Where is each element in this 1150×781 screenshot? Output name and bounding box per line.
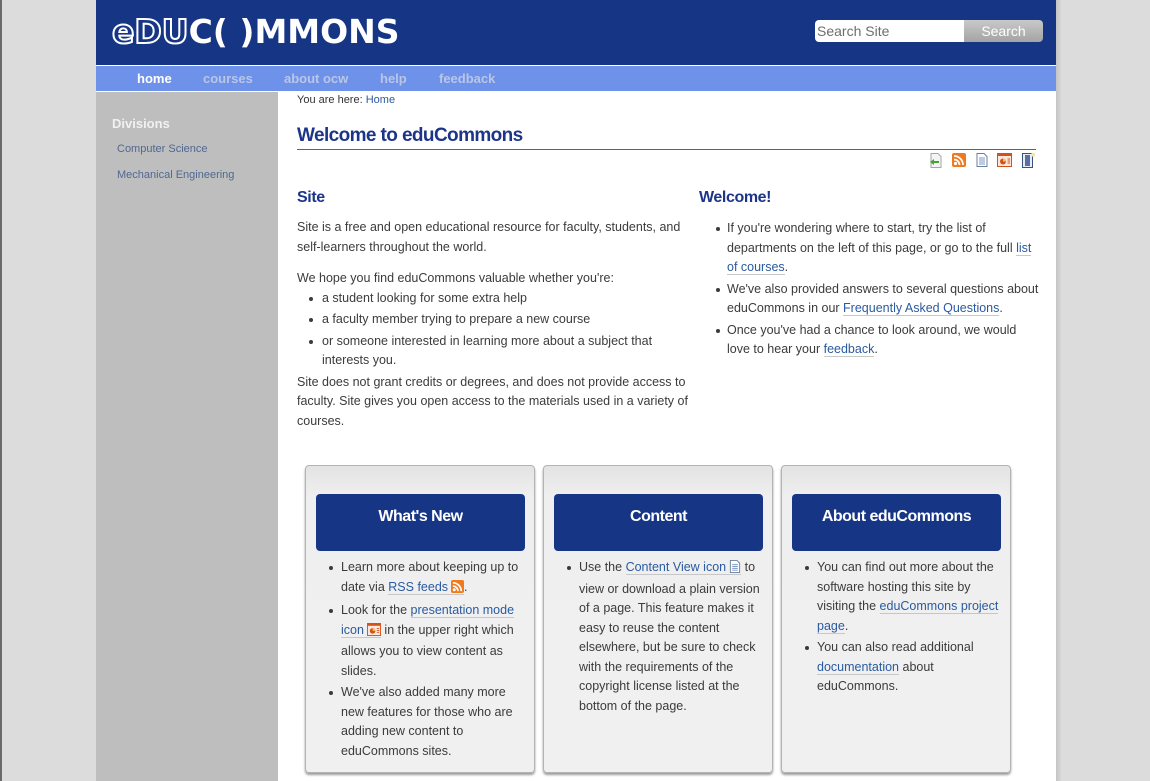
search-button[interactable]: Search <box>964 20 1043 42</box>
logo-text-solid: C( )MMONS <box>188 12 400 51</box>
faq-link[interactable]: Frequently Asked Questions <box>843 301 1000 316</box>
rss-feeds-link[interactable]: RSS feeds <box>388 579 465 595</box>
site-intro: Site is a free and open educational reso… <box>297 220 681 254</box>
list-item: or someone interested in learning more a… <box>307 332 692 371</box>
list-item: You can find out more about the software… <box>796 558 1006 636</box>
site-closing: Site does not grant credits or degrees, … <box>297 374 688 428</box>
nav-item-home[interactable]: home <box>137 66 172 91</box>
content-view-icon[interactable] <box>970 152 993 168</box>
about-list: You can find out more about the software… <box>796 558 1006 699</box>
feature-boxes: What's New Learn more about keeping up t… <box>305 465 1011 773</box>
breadcrumb-home-link[interactable]: Home <box>366 94 395 106</box>
send-to-icon[interactable] <box>924 152 947 168</box>
presentation-mode-icon[interactable] <box>993 152 1016 168</box>
list-item: Learn more about keeping up to date via … <box>320 558 530 599</box>
site-audience-list: a student looking for some extra help a … <box>307 289 692 371</box>
breadcrumb-prefix: You are here: <box>297 94 363 106</box>
title-divider <box>297 149 1036 150</box>
document-actions <box>924 152 1039 168</box>
list-item: We've also provided answers to several q… <box>714 280 1039 319</box>
whats-new-box: What's New Learn more about keeping up t… <box>305 465 535 773</box>
documentation-link[interactable]: documentation <box>817 659 900 675</box>
search-form: Search <box>815 20 1043 42</box>
print-icon[interactable] <box>1016 152 1039 168</box>
logo-text-outline: eDU <box>111 12 190 51</box>
content-box: Content Use the Content View icon to vie… <box>543 465 773 773</box>
nav-item-feedback[interactable]: feedback <box>439 66 495 91</box>
breadcrumb: You are here: Home <box>297 94 395 106</box>
presentation-mode-icon <box>366 622 381 643</box>
nav-item-about-ocw[interactable]: about ocw <box>284 66 348 91</box>
sidebar: Divisions Computer Science Mechanical En… <box>96 92 278 781</box>
welcome-section: Welcome! If you're wondering where to st… <box>699 189 1039 362</box>
nav-item-courses[interactable]: courses <box>203 66 253 91</box>
site-heading: Site <box>297 189 325 206</box>
whats-new-list: Learn more about keeping up to date via … <box>320 558 530 763</box>
list-item: You can also read additional documentati… <box>796 638 1006 697</box>
list-item: Once you've had a chance to look around,… <box>714 321 1039 360</box>
site-header: eDU C( )MMONS Search <box>96 0 1056 65</box>
rss-icon <box>451 579 465 600</box>
window-edge <box>0 0 2 781</box>
page: eDU C( )MMONS Search home courses about … <box>96 0 1056 781</box>
content-list: Use the Content View icon to view or dow… <box>558 558 768 718</box>
whats-new-title: What's New <box>316 494 525 551</box>
search-input[interactable] <box>815 20 964 42</box>
welcome-heading: Welcome! <box>699 189 772 206</box>
site-section: Site Site is a free and open educational… <box>297 189 692 431</box>
sidebar-item-computer-science[interactable]: Computer Science <box>117 143 208 155</box>
about-box: About eduCommons You can find out more a… <box>781 465 1011 773</box>
content-view-link[interactable]: Content View icon <box>625 560 742 575</box>
site-logo[interactable]: eDU C( )MMONS <box>111 12 400 51</box>
window-shadow <box>1056 0 1062 781</box>
nav-item-help[interactable]: help <box>380 66 407 91</box>
list-item: Look for the presentation mode icon in t… <box>320 601 530 681</box>
sidebar-item-mechanical-engineering[interactable]: Mechanical Engineering <box>117 169 234 181</box>
list-item: a student looking for some extra help <box>307 289 692 309</box>
list-item: a faculty member trying to prepare a new… <box>307 310 692 330</box>
page-title: Welcome to eduCommons <box>297 125 523 146</box>
about-title: About eduCommons <box>792 494 1001 551</box>
content-view-icon <box>729 560 741 580</box>
feedback-link[interactable]: feedback <box>823 342 875 357</box>
welcome-list: If you're wondering where to start, try … <box>714 219 1039 360</box>
list-item: We've also added many more new features … <box>320 683 530 761</box>
content-title: Content <box>554 494 763 551</box>
main-nav: home courses about ocw help feedback <box>96 66 1056 91</box>
site-hope: We hope you find eduCommons valuable whe… <box>297 271 614 285</box>
list-item: If you're wondering where to start, try … <box>714 219 1039 278</box>
list-item: Use the Content View icon to view or dow… <box>558 558 768 716</box>
sidebar-title: Divisions <box>112 116 170 131</box>
rss-icon[interactable] <box>947 152 970 168</box>
